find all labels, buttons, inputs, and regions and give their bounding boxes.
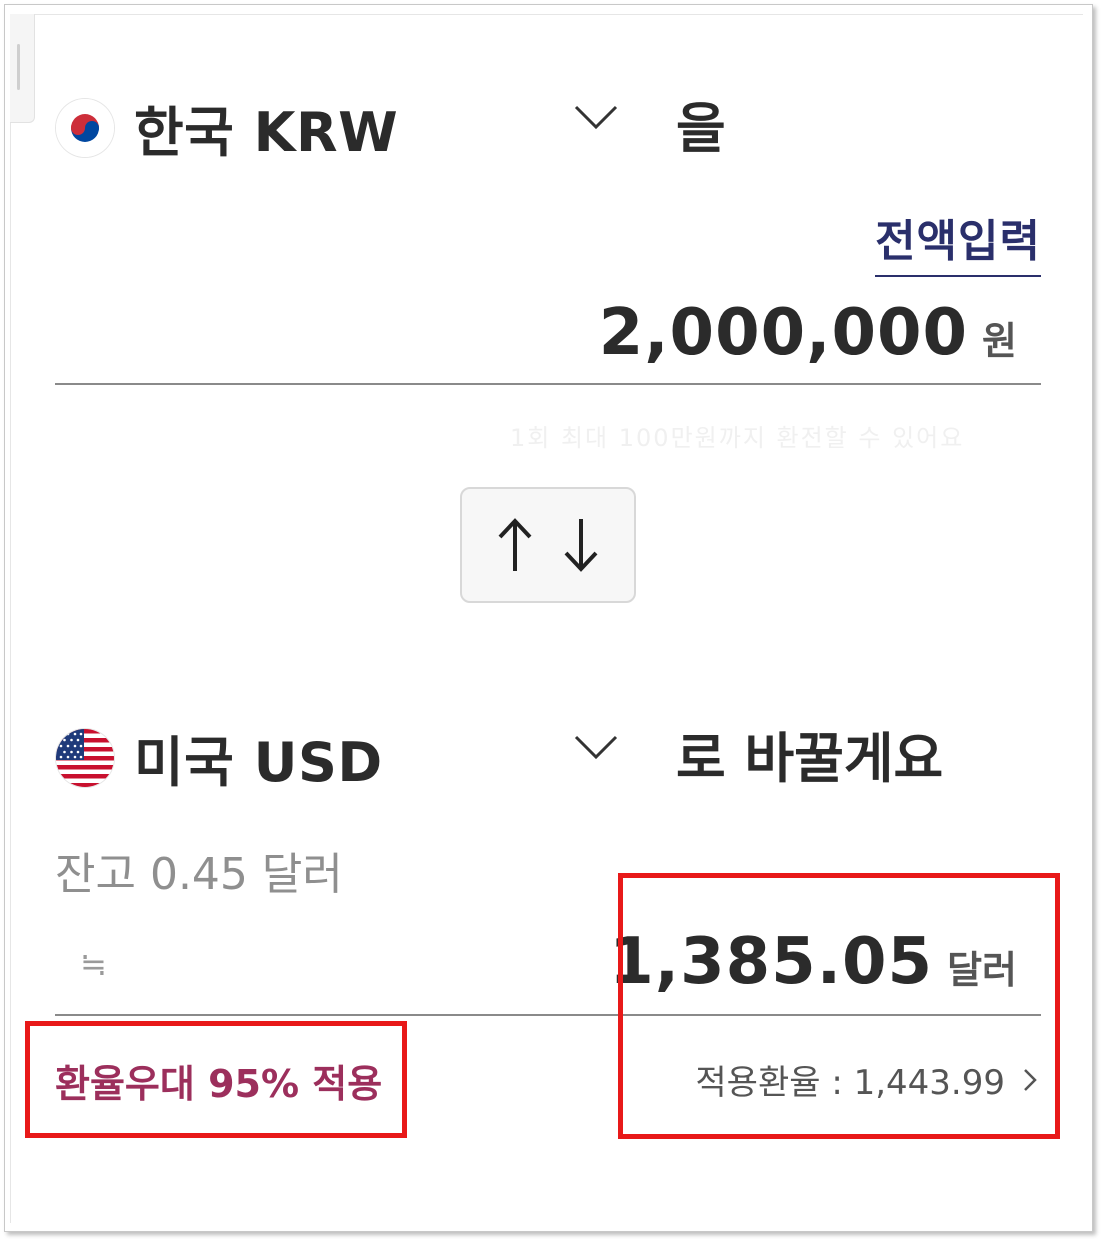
from-amount-field[interactable]: 2,000,000 원 bbox=[599, 296, 1017, 370]
from-currency-selector[interactable]: 한국 KRW bbox=[56, 88, 398, 167]
to-currency-name: 미국 USD bbox=[134, 731, 383, 794]
full-amount-link[interactable]: 전액입력 bbox=[875, 205, 1041, 277]
from-amount-underline bbox=[55, 383, 1041, 385]
to-verb: 로 바꿀게요 bbox=[676, 727, 944, 790]
from-verb: 을 bbox=[676, 97, 726, 160]
from-amount-unit: 원 bbox=[982, 319, 1017, 363]
swap-currency-button[interactable] bbox=[460, 487, 636, 603]
balance-text: 잔고 0.45 달러 bbox=[55, 849, 343, 900]
side-drag-handle[interactable] bbox=[10, 14, 35, 123]
to-currency-selector[interactable]: 미국 USD bbox=[56, 718, 383, 797]
from-amount-value: 2,000,000 bbox=[598, 296, 969, 370]
limit-note: 1회 최대 100만원까지 환전할 수 있어요 bbox=[510, 424, 965, 452]
approx-icon: ≒ bbox=[80, 945, 107, 983]
us-flag-icon bbox=[56, 728, 114, 787]
grip-icon bbox=[17, 44, 20, 90]
arrow-down-icon bbox=[564, 519, 598, 572]
chevron-down-icon[interactable] bbox=[574, 104, 618, 130]
annotation-box-result bbox=[618, 873, 1060, 1139]
arrow-up-icon bbox=[498, 518, 532, 571]
annotation-box-benefit bbox=[25, 1021, 407, 1138]
korea-flag-icon bbox=[56, 98, 114, 157]
from-currency-name: 한국 KRW bbox=[134, 101, 399, 164]
chevron-down-icon[interactable] bbox=[574, 734, 618, 760]
